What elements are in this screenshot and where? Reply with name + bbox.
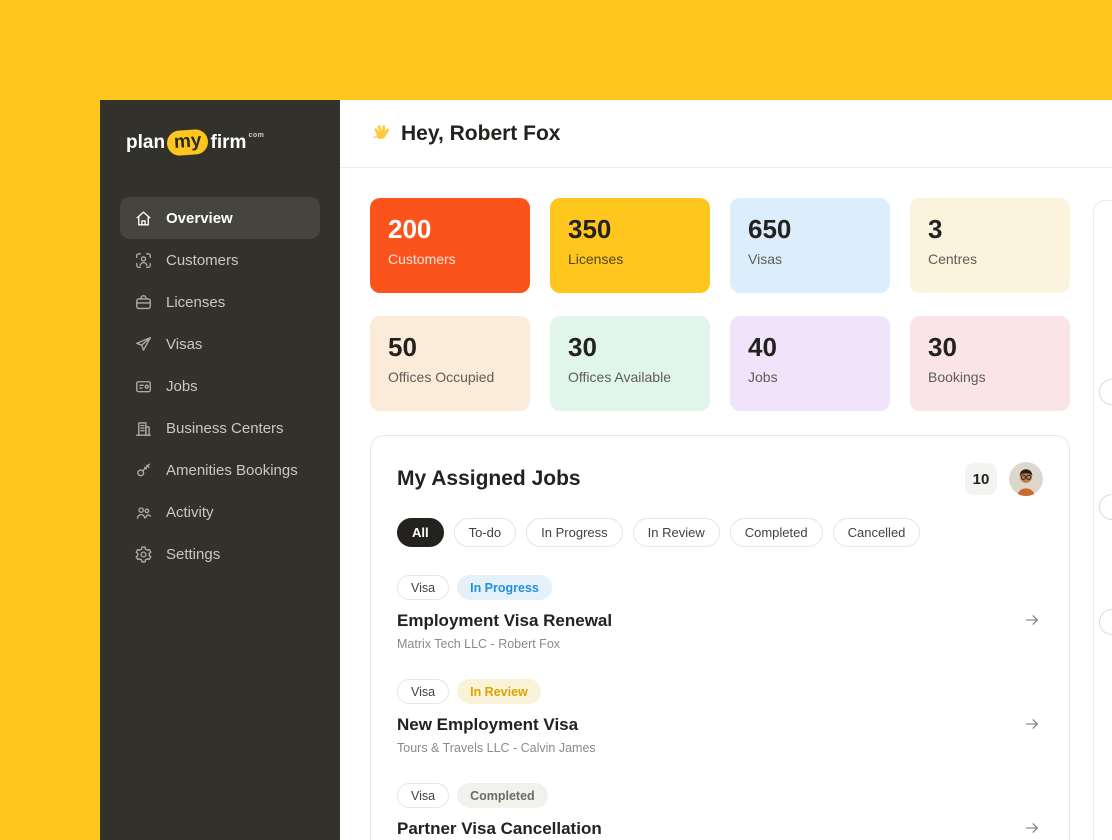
job-subtitle: Matrix Tech LLC - Robert Fox [397,637,561,651]
stat-value: 30 [928,332,957,362]
logo-suffix: com [248,132,265,139]
job-title: Employment Visa Renewal [397,611,613,630]
stat-card-jobs[interactable]: 40 Jobs [730,316,890,411]
arrow-right-icon[interactable] [1023,611,1041,629]
sidebar-item-label: Overview [166,209,233,227]
job-status-badge: Completed [457,783,548,808]
job-category-tag: Visa [397,575,450,600]
peek-panel [1093,200,1112,840]
gear-icon [134,545,153,564]
page-header: Hey, Robert Fox [340,100,1112,168]
logo-my: my [166,128,210,157]
sidebar-item-settings[interactable]: Settings [120,533,320,575]
job-filters: All To-do In Progress In Review Complete… [397,518,1043,547]
plane-icon [134,335,153,354]
peek-button[interactable] [1099,379,1112,405]
sidebar-item-label: Customers [166,251,239,269]
building-icon [134,419,153,438]
page-greeting: Hey, Robert Fox [401,121,561,145]
stat-card-visas[interactable]: 650 Visas [730,198,890,293]
avatar[interactable] [1009,462,1043,496]
main-area: Hey, Robert Fox 200 Customers 350 Licens… [340,100,1112,840]
sidebar-item-business-centers[interactable]: Business Centers [120,407,320,449]
stats-grid: 200 Customers 350 Licenses 650 Visas 3 C… [370,198,1082,411]
logo-plan: plan [126,131,166,153]
sidebar-item-customers[interactable]: Customers [120,239,320,281]
stat-label: Centres [928,250,978,267]
job-title: New Employment Visa [397,715,579,734]
customers-icon [134,251,153,270]
stat-value: 30 [568,332,597,362]
stat-label: Offices Available [568,368,671,385]
stat-card-offices-available[interactable]: 30 Offices Available [550,316,710,411]
stat-card-centres[interactable]: 3 Centres [910,198,1070,293]
id-card-icon [134,377,153,396]
job-item[interactable]: Visa Completed Partner Visa Cancellation [397,783,1043,840]
stat-label: Licenses [568,250,624,267]
stat-card-licenses[interactable]: 350 Licenses [550,198,710,293]
logo-firm: firm [210,131,247,153]
sidebar-item-label: Licenses [166,293,226,311]
stat-value: 3 [928,214,943,244]
stat-label: Visas [748,250,782,267]
sidebar-item-label: Visas [166,335,203,353]
stat-card-bookings[interactable]: 30 Bookings [910,316,1070,411]
sidebar-item-label: Jobs [166,377,198,395]
filter-chip-in-progress[interactable]: In Progress [526,518,623,547]
sidebar-item-amenities-bookings[interactable]: Amenities Bookings [120,449,320,491]
stat-value: 350 [568,214,612,244]
job-item[interactable]: Visa In Review New Employment Visa Tours… [397,679,1043,755]
sidebar-item-activity[interactable]: Activity [120,491,320,533]
stat-value: 650 [748,214,792,244]
screen: plan my firm com Overview Customers Lice… [0,0,1112,840]
peek-button[interactable] [1099,494,1112,520]
assigned-jobs-panel: My Assigned Jobs 10 All To-do In Progres… [370,435,1070,840]
filter-chip-all[interactable]: All [397,518,444,547]
sidebar-item-label: Settings [166,545,221,563]
filter-chip-cancelled[interactable]: Cancelled [832,518,921,547]
filter-chip-completed[interactable]: Completed [729,518,823,547]
stat-card-offices-occupied[interactable]: 50 Offices Occupied [370,316,530,411]
job-subtitle: Tours & Travels LLC - Calvin James [397,741,596,755]
content: 200 Customers 350 Licenses 650 Visas 3 C… [340,168,1112,840]
app-window: plan my firm com Overview Customers Lice… [100,100,1112,840]
stat-card-customers[interactable]: 200 Customers [370,198,530,293]
key-icon [134,461,153,480]
panel-title: My Assigned Jobs [397,467,581,490]
stat-label: Offices Occupied [388,368,495,385]
filter-chip-todo[interactable]: To-do [453,518,517,547]
job-category-tag: Visa [397,679,450,704]
arrow-right-icon[interactable] [1023,715,1041,733]
job-item[interactable]: Visa In Progress Employment Visa Renewal… [397,575,1043,651]
sidebar-item-label: Business Centers [166,419,284,437]
sidebar: plan my firm com Overview Customers Lice… [100,100,340,840]
home-icon [134,209,153,228]
filter-chip-in-review[interactable]: In Review [632,518,720,547]
people-icon [134,503,153,522]
stat-value: 200 [388,214,432,244]
job-status-badge: In Review [457,679,541,704]
stat-label: Jobs [748,368,778,385]
sidebar-item-jobs[interactable]: Jobs [120,365,320,407]
stat-value: 40 [748,332,777,362]
job-status-badge: In Progress [457,575,552,600]
app-logo[interactable]: plan my firm com [126,128,320,157]
sidebar-item-visas[interactable]: Visas [120,323,320,365]
stat-value: 50 [388,332,417,362]
peek-button[interactable] [1099,609,1112,635]
sidebar-item-overview[interactable]: Overview [120,197,320,239]
sidebar-item-label: Activity [166,503,214,521]
arrow-right-icon[interactable] [1023,819,1041,837]
stat-label: Customers [388,250,456,267]
sidebar-item-label: Amenities Bookings [166,461,298,479]
stat-label: Bookings [928,368,986,385]
waving-hand-icon [370,123,392,145]
briefcase-icon [134,293,153,312]
job-title: Partner Visa Cancellation [397,819,602,838]
job-category-tag: Visa [397,783,450,808]
jobs-count-badge: 10 [965,463,997,495]
sidebar-item-licenses[interactable]: Licenses [120,281,320,323]
